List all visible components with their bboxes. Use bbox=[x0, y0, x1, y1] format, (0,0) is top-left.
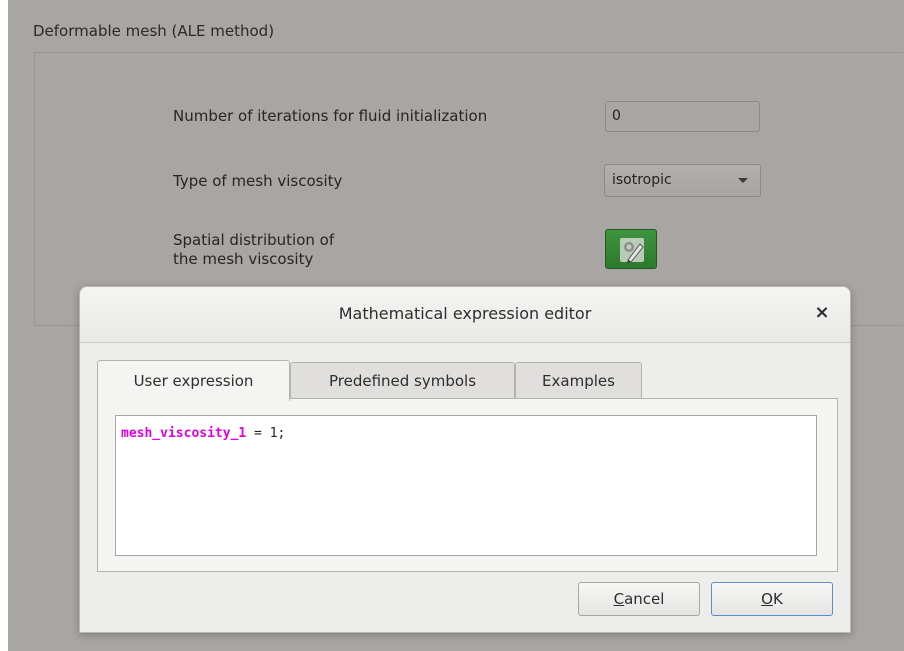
expression-variable: mesh_viscosity_1 bbox=[121, 426, 247, 441]
formula-edit-icon bbox=[620, 238, 644, 263]
group-frame bbox=[34, 52, 903, 326]
close-icon[interactable]: × bbox=[812, 303, 832, 323]
viscosity-type-label: Type of mesh viscosity bbox=[173, 172, 343, 190]
tab-user-expression[interactable]: User expression bbox=[97, 360, 290, 401]
spatial-label-line1: Spatial distribution of bbox=[173, 231, 335, 249]
ok-label: OK bbox=[761, 590, 783, 608]
cancel-label: Cancel bbox=[613, 590, 665, 608]
spatial-distribution-label: Spatial distribution of the mesh viscosi… bbox=[173, 231, 334, 269]
ok-button[interactable]: OK bbox=[711, 582, 833, 616]
tab-predefined-symbols[interactable]: Predefined symbols bbox=[290, 362, 515, 398]
iterations-input[interactable]: 0 bbox=[605, 101, 760, 132]
spatial-label-line2: the mesh viscosity bbox=[173, 250, 314, 268]
viscosity-type-select[interactable]: isotropic bbox=[604, 164, 761, 197]
dialog-title: Mathematical expression editor bbox=[338, 304, 592, 323]
formula-edit-button[interactable] bbox=[605, 229, 657, 269]
cancel-button[interactable]: Cancel bbox=[578, 582, 700, 616]
dialog-titlebar: Mathematical expression editor × bbox=[80, 287, 850, 343]
iterations-label: Number of iterations for fluid initializ… bbox=[173, 107, 488, 125]
chevron-down-icon bbox=[738, 178, 748, 183]
viscosity-type-value: isotropic bbox=[612, 172, 672, 188]
expression-editor[interactable]: mesh_viscosity_1 = 1; bbox=[115, 415, 817, 556]
group-title: Deformable mesh (ALE method) bbox=[33, 22, 275, 40]
tab-examples[interactable]: Examples bbox=[515, 362, 642, 398]
expression-rest: = 1; bbox=[246, 426, 286, 441]
tab-pane-user-expression: mesh_viscosity_1 = 1; bbox=[97, 398, 838, 572]
